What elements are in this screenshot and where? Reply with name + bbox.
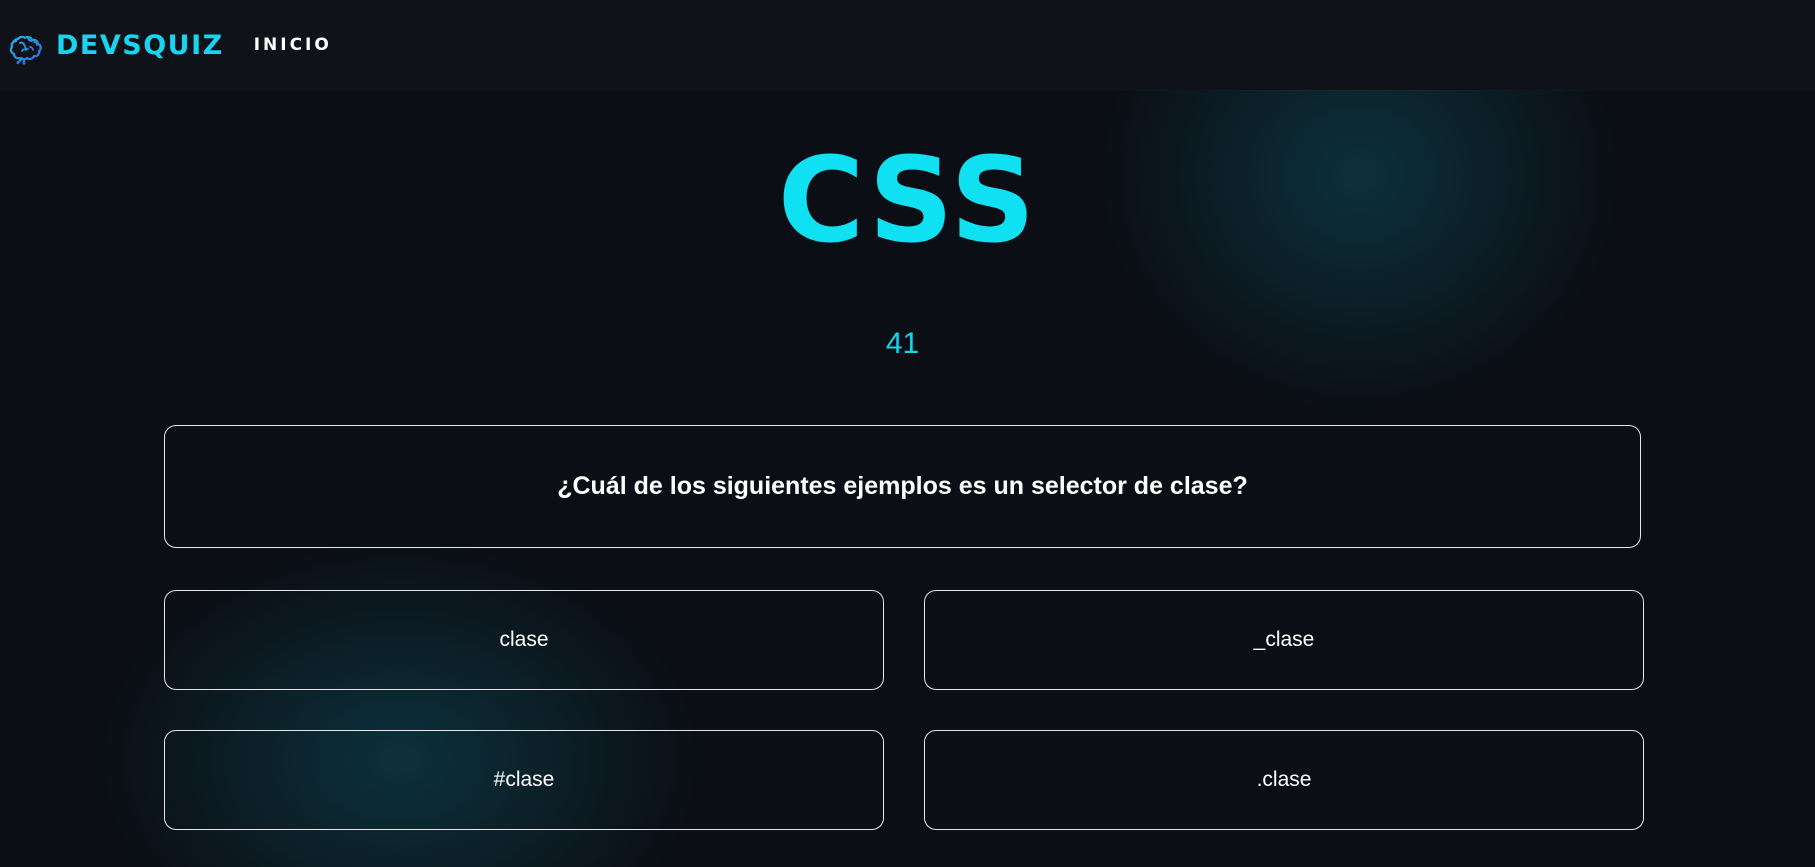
question-counter: 41 [885, 327, 920, 360]
question-text: ¿Cuál de los siguientes ejemplos es un s… [557, 472, 1248, 500]
brand-logo-link[interactable]: DEVSQUIZ [8, 25, 224, 65]
nav-link-inicio[interactable]: INICIO [254, 35, 332, 55]
brand-name: DEVSQUIZ [56, 29, 224, 61]
quiz-title: CSS [777, 131, 1038, 269]
answer-option-1[interactable]: clase [164, 590, 884, 690]
answer-option-4[interactable]: .clase [924, 730, 1644, 830]
answer-option-2[interactable]: _clase [924, 590, 1644, 690]
quiz-page: DEVSQUIZ INICIO CSS 41 ¿Cuál de los sigu… [0, 0, 1815, 867]
answer-option-3[interactable]: #clase [164, 730, 884, 830]
question-card: ¿Cuál de los siguientes ejemplos es un s… [164, 425, 1641, 548]
navbar: DEVSQUIZ INICIO [0, 0, 1815, 90]
brain-icon [8, 25, 48, 65]
